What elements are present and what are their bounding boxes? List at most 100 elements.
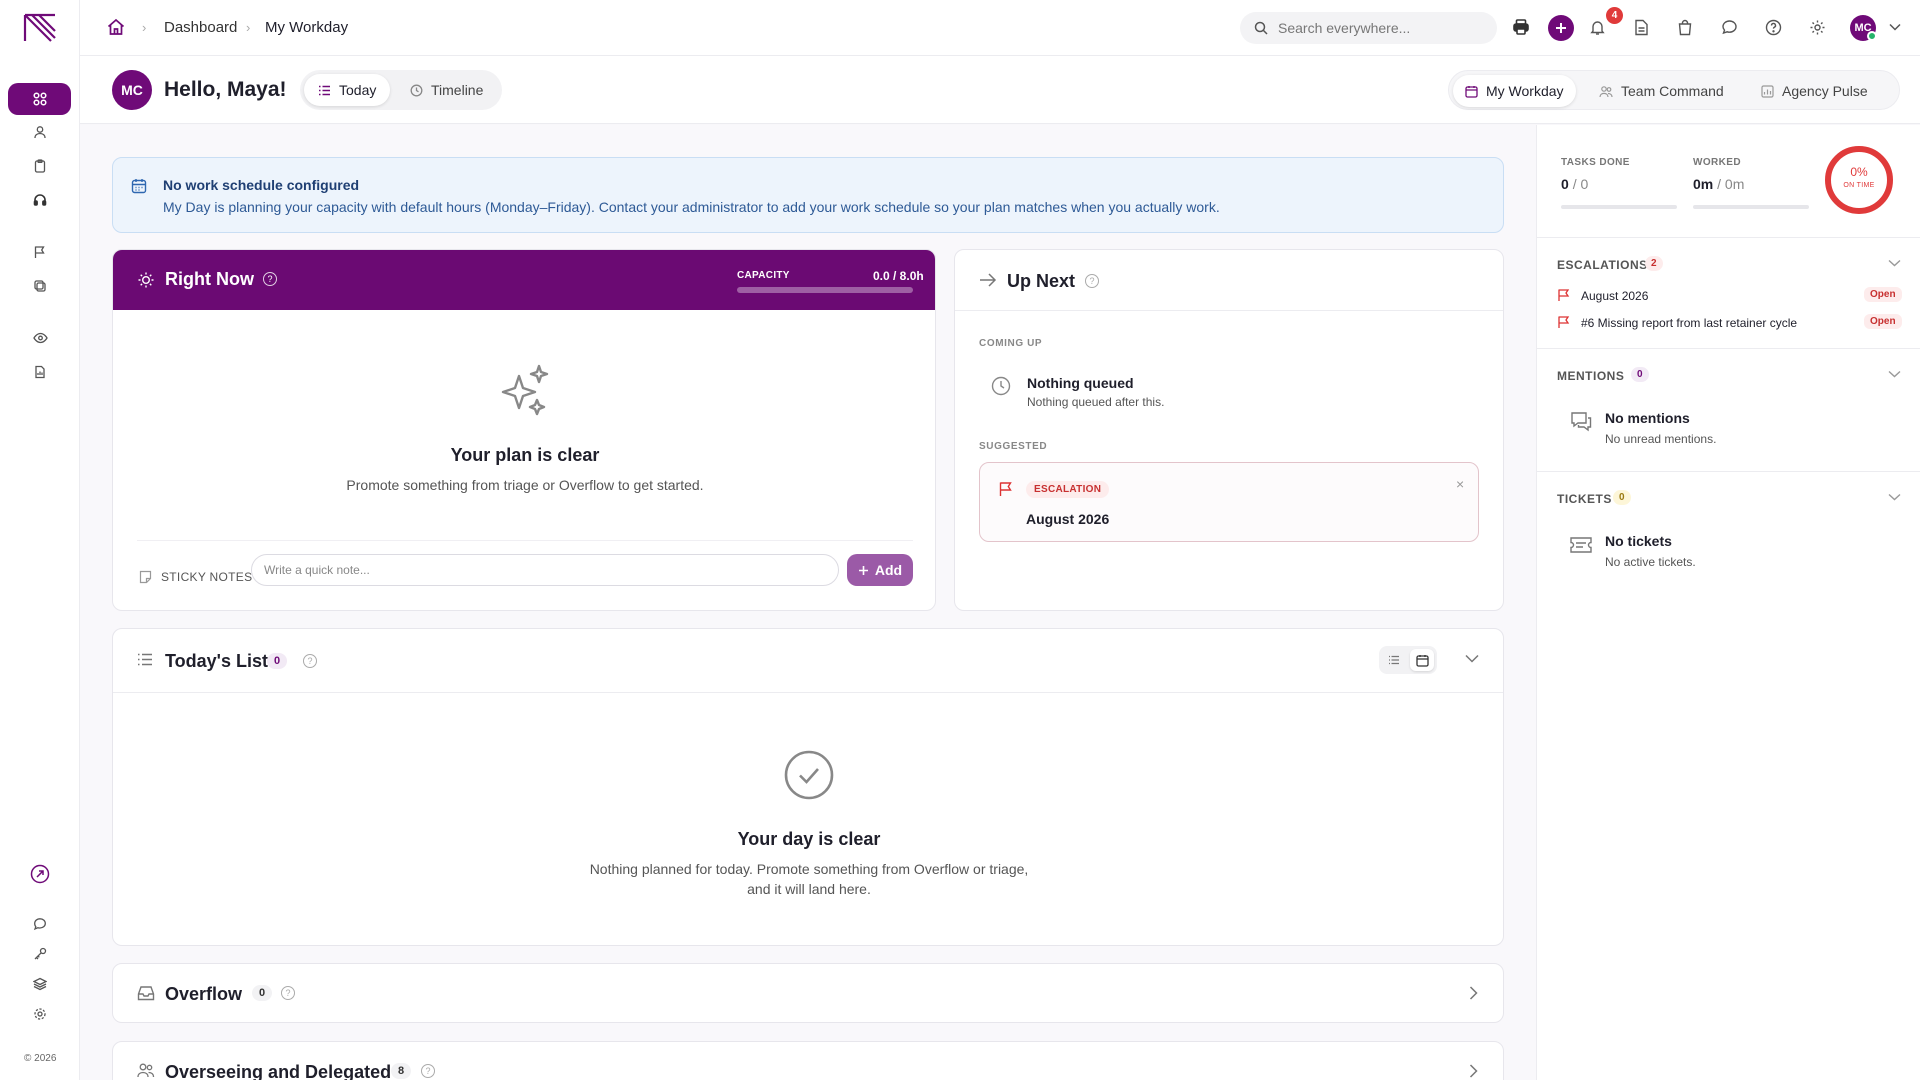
list-icon	[318, 85, 331, 96]
day-clear-subtitle-2: and it will land here.	[747, 881, 871, 897]
chevron-down-icon[interactable]	[1888, 259, 1901, 267]
bell-icon[interactable]	[1586, 16, 1608, 38]
todays-list-count: 0	[267, 653, 288, 669]
tags-icon[interactable]	[30, 276, 50, 296]
escalations-label[interactable]: ESCALATIONS	[1557, 258, 1648, 272]
chevron-right-icon[interactable]	[1469, 1064, 1478, 1078]
check-circle-icon	[783, 749, 835, 801]
capacity-value: 0.0 / 8.0h	[873, 269, 924, 283]
gear-icon[interactable]	[1806, 16, 1828, 38]
breadcrumb-current: My Workday	[265, 19, 349, 36]
tasks-done-total: / 0	[1572, 176, 1589, 192]
suggested-label: SUGGESTED	[979, 441, 1048, 452]
right-now-title: Right Now	[165, 269, 254, 289]
search-input[interactable]	[1278, 20, 1478, 36]
todays-list-title: Today's List	[165, 651, 268, 671]
chevron-down-icon[interactable]	[1888, 493, 1901, 501]
tasks-done-bar	[1561, 205, 1677, 209]
clipboard-icon[interactable]	[30, 156, 50, 176]
shopping-bag-icon[interactable]	[1674, 16, 1696, 38]
help-icon[interactable]: ?	[421, 1064, 435, 1078]
status-badge: Open	[1864, 314, 1902, 329]
on-time-ring: 0% ON TIME	[1824, 145, 1894, 215]
chevron-down-icon[interactable]	[1465, 654, 1479, 663]
printer-icon[interactable]	[1510, 16, 1532, 38]
on-time-label: ON TIME	[1843, 182, 1875, 189]
tab-agency-pulse[interactable]: Agency Pulse	[1749, 75, 1880, 107]
overseeing-title: Overseeing and Delegated	[165, 1062, 392, 1080]
eye-icon[interactable]	[30, 328, 50, 348]
chat-bubble-icon[interactable]	[1718, 16, 1740, 38]
sidebar-item-dashboard[interactable]	[8, 83, 71, 115]
headset-icon[interactable]	[30, 190, 50, 210]
search-bar[interactable]	[1240, 12, 1497, 44]
chevron-down-icon[interactable]	[1888, 370, 1901, 378]
nothing-queued-subtitle: Nothing queued after this.	[1027, 395, 1165, 409]
help-icon[interactable]: ?	[281, 986, 295, 1000]
tab-my-workday[interactable]: My Workday	[1453, 75, 1576, 107]
settings-icon[interactable]	[30, 1004, 50, 1024]
add-note-button[interactable]: Add	[847, 554, 913, 586]
escalation-item-title[interactable]: August 2026	[1581, 289, 1648, 303]
suggested-item-card[interactable]: ESCALATION August 2026 ×	[979, 462, 1479, 542]
tab-team-command[interactable]: Team Command	[1587, 75, 1736, 107]
worked-label: WORKED	[1693, 157, 1741, 168]
nothing-queued-title: Nothing queued	[1027, 375, 1134, 391]
tickets-count: 0	[1613, 490, 1631, 505]
on-time-percent: 0%	[1850, 165, 1868, 179]
chevron-right-icon[interactable]	[1469, 986, 1478, 1000]
list-view-button[interactable]	[1382, 649, 1406, 671]
worked-bar	[1693, 205, 1809, 209]
worked-total: / 0m	[1717, 176, 1745, 192]
team-icon	[1599, 85, 1613, 98]
day-clear-title: Your day is clear	[737, 829, 881, 849]
no-mentions-subtitle: No unread mentions.	[1605, 432, 1717, 446]
calendar-icon	[1465, 85, 1478, 98]
right-now-header: Right Now ? CAPACITY 0.0 / 8.0h	[113, 250, 935, 310]
note-icon	[139, 570, 152, 584]
sticky-note-input[interactable]	[251, 554, 839, 586]
tab-agency-pulse-label: Agency Pulse	[1782, 83, 1868, 99]
help-icon[interactable]: ?	[263, 272, 277, 286]
breadcrumb-dashboard[interactable]: Dashboard	[164, 19, 237, 36]
help-icon[interactable]: ?	[303, 654, 317, 668]
add-note-label: Add	[874, 562, 903, 578]
layers-icon[interactable]	[30, 974, 50, 994]
report-icon[interactable]	[30, 362, 50, 382]
help-icon[interactable]: ?	[1085, 274, 1099, 288]
list-icon	[137, 653, 153, 666]
overflow-count: 0	[252, 985, 273, 1001]
rocket-icon[interactable]	[30, 864, 50, 884]
home-icon[interactable]	[106, 17, 128, 39]
overflow-section[interactable]: Overflow 0 ?	[112, 963, 1504, 1023]
flag-icon[interactable]	[30, 242, 50, 262]
worked-time: 0m	[1693, 176, 1714, 192]
close-icon[interactable]: ×	[1456, 476, 1464, 492]
day-clear-subtitle-1: Nothing planned for today. Promote somet…	[589, 861, 1029, 877]
help-icon[interactable]	[1762, 16, 1784, 38]
tickets-label[interactable]: TICKETS	[1557, 492, 1612, 506]
top-bar: › Dashboard › My Workday 4 MC	[80, 0, 1920, 56]
escalations-count: 2	[1645, 256, 1663, 271]
escalation-tag: ESCALATION	[1026, 481, 1110, 498]
alert-title: No work schedule configured	[163, 177, 360, 193]
mentions-label[interactable]: MENTIONS	[1557, 369, 1624, 383]
tab-timeline-label: Timeline	[431, 82, 484, 98]
document-icon[interactable]	[1630, 16, 1652, 38]
mentions-count: 0	[1631, 367, 1649, 382]
chevron-down-icon[interactable]	[1884, 16, 1906, 38]
plan-clear-title: Your plan is clear	[450, 445, 600, 465]
create-button[interactable]	[1548, 15, 1574, 41]
tab-timeline[interactable]: Timeline	[396, 74, 497, 106]
tab-today[interactable]: Today	[304, 74, 391, 106]
calendar-view-button[interactable]	[1410, 649, 1434, 671]
chevron-right-icon: ›	[142, 20, 147, 35]
divider	[1537, 471, 1920, 472]
clock-icon	[410, 84, 423, 97]
key-icon[interactable]	[30, 944, 50, 964]
chat-icon[interactable]	[30, 914, 50, 934]
escalation-item-title[interactable]: #6 Missing report from last retainer cyc…	[1581, 316, 1797, 330]
overseeing-section[interactable]: Overseeing and Delegated 8 ?	[112, 1041, 1504, 1080]
user-icon[interactable]	[30, 122, 50, 142]
app-logo[interactable]	[22, 12, 58, 44]
